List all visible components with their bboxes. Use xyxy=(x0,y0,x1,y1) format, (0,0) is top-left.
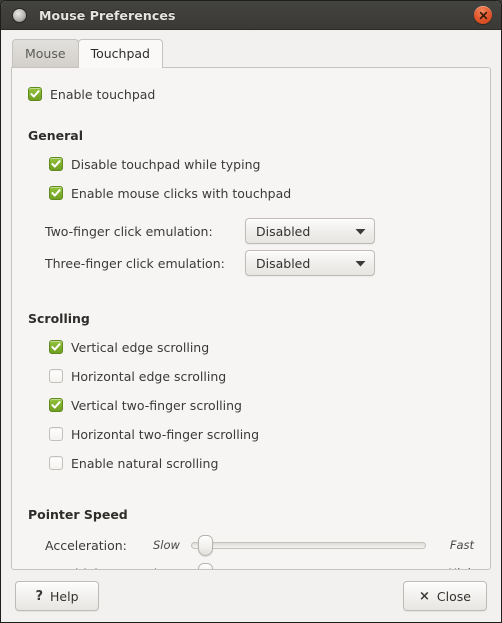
mouse-clicks-label: Enable mouse clicks with touchpad xyxy=(71,185,292,201)
tabstrip: Mouse Touchpad xyxy=(11,39,491,68)
acceleration-max-label: Fast xyxy=(449,538,474,552)
mouse-clicks-checkbox[interactable] xyxy=(49,186,63,200)
help-button[interactable]: ? Help xyxy=(15,581,99,611)
vertical-edge-scrolling-checkbox[interactable] xyxy=(49,340,63,354)
acceleration-slider-handle[interactable] xyxy=(198,534,214,556)
two-finger-click-row: Two-finger click emulation: Disabled xyxy=(28,215,474,247)
pointer-speed-heading: Pointer Speed xyxy=(28,506,128,522)
close-icon xyxy=(479,11,487,19)
scrolling-heading: Scrolling xyxy=(28,310,90,326)
sensitivity-slider-track xyxy=(191,570,426,571)
tab-mouse[interactable]: Mouse xyxy=(12,39,79,67)
touchpad-panel: Enable touchpad General Disable touchpad… xyxy=(11,67,491,570)
mouse-clicks-row[interactable]: Enable mouse clicks with touchpad xyxy=(28,181,474,205)
sensitivity-min-label: Low xyxy=(153,566,191,569)
check-icon xyxy=(30,90,40,98)
horizontal-two-finger-scrolling-checkbox[interactable] xyxy=(49,427,63,441)
vertical-edge-scrolling-row[interactable]: Vertical edge scrolling xyxy=(28,335,474,359)
three-finger-click-row: Three-finger click emulation: Disabled xyxy=(28,247,474,279)
mouse-dot-icon xyxy=(13,8,26,22)
check-icon xyxy=(51,160,61,168)
enable-touchpad-row[interactable]: Enable touchpad xyxy=(28,82,474,106)
horizontal-edge-scrolling-label: Horizontal edge scrolling xyxy=(71,368,227,384)
chevron-down-icon xyxy=(355,260,366,266)
horizontal-two-finger-scrolling-row[interactable]: Horizontal two-finger scrolling xyxy=(28,422,474,446)
acceleration-min-label: Slow xyxy=(153,538,180,552)
window-title: Mouse Preferences xyxy=(39,7,176,23)
two-finger-click-value: Disabled xyxy=(256,223,311,239)
enable-touchpad-label: Enable touchpad xyxy=(50,86,156,102)
vertical-two-finger-scrolling-checkbox[interactable] xyxy=(49,398,63,412)
two-finger-click-label: Two-finger click emulation: xyxy=(45,223,213,239)
acceleration-slider-track xyxy=(191,541,426,549)
sensitivity-max-label: High xyxy=(426,566,474,569)
disable-while-typing-checkbox[interactable] xyxy=(49,157,63,171)
check-icon xyxy=(51,401,61,409)
sensitivity-slider-handle[interactable] xyxy=(198,562,214,569)
question-mark-icon: ? xyxy=(35,588,44,604)
mouse-preferences-window: Mouse Preferences Mouse Touchpad Enable … xyxy=(0,0,502,623)
acceleration-label: Acceleration: xyxy=(45,537,127,553)
check-icon xyxy=(51,189,61,197)
horizontal-edge-scrolling-checkbox[interactable] xyxy=(49,369,63,383)
help-button-label: Help xyxy=(50,588,79,604)
three-finger-click-value: Disabled xyxy=(256,255,311,271)
tabs-area: Mouse Touchpad Enable touchpad General D… xyxy=(1,30,501,570)
chevron-down-icon xyxy=(355,228,366,234)
horizontal-edge-scrolling-row[interactable]: Horizontal edge scrolling xyxy=(28,364,474,388)
natural-scrolling-row[interactable]: Enable natural scrolling xyxy=(28,451,474,475)
check-icon xyxy=(51,343,61,351)
window-close-button[interactable] xyxy=(474,6,492,24)
close-x-icon: × xyxy=(419,588,430,604)
natural-scrolling-label: Enable natural scrolling xyxy=(71,455,219,471)
general-heading: General xyxy=(28,127,83,143)
disable-while-typing-label: Disable touchpad while typing xyxy=(71,156,261,172)
three-finger-click-select[interactable]: Disabled xyxy=(245,250,375,276)
sensitivity-row: Sensitivity: Low High xyxy=(28,559,474,571)
vertical-two-finger-scrolling-label: Vertical two-finger scrolling xyxy=(71,397,242,413)
titlebar: Mouse Preferences xyxy=(1,1,501,30)
close-button-label: Close xyxy=(436,588,471,604)
horizontal-two-finger-scrolling-label: Horizontal two-finger scrolling xyxy=(71,426,260,442)
natural-scrolling-checkbox[interactable] xyxy=(49,456,63,470)
close-button[interactable]: × Close xyxy=(403,581,487,611)
tab-mouse-label: Mouse xyxy=(25,46,66,61)
acceleration-slider[interactable] xyxy=(191,534,426,556)
sensitivity-label: Sensitivity: xyxy=(45,566,153,570)
enable-touchpad-checkbox[interactable] xyxy=(28,87,42,101)
dialog-button-bar: ? Help × Close xyxy=(1,570,501,622)
vertical-two-finger-scrolling-row[interactable]: Vertical two-finger scrolling xyxy=(28,393,474,417)
two-finger-click-select[interactable]: Disabled xyxy=(245,218,375,244)
sensitivity-slider[interactable] xyxy=(191,562,426,571)
tab-touchpad[interactable]: Touchpad xyxy=(77,39,163,68)
tab-touchpad-label: Touchpad xyxy=(90,46,150,61)
disable-while-typing-row[interactable]: Disable touchpad while typing xyxy=(28,152,474,176)
vertical-edge-scrolling-label: Vertical edge scrolling xyxy=(71,339,210,355)
three-finger-click-label: Three-finger click emulation: xyxy=(45,255,225,271)
acceleration-row: Acceleration: Slow Fast xyxy=(28,531,474,559)
